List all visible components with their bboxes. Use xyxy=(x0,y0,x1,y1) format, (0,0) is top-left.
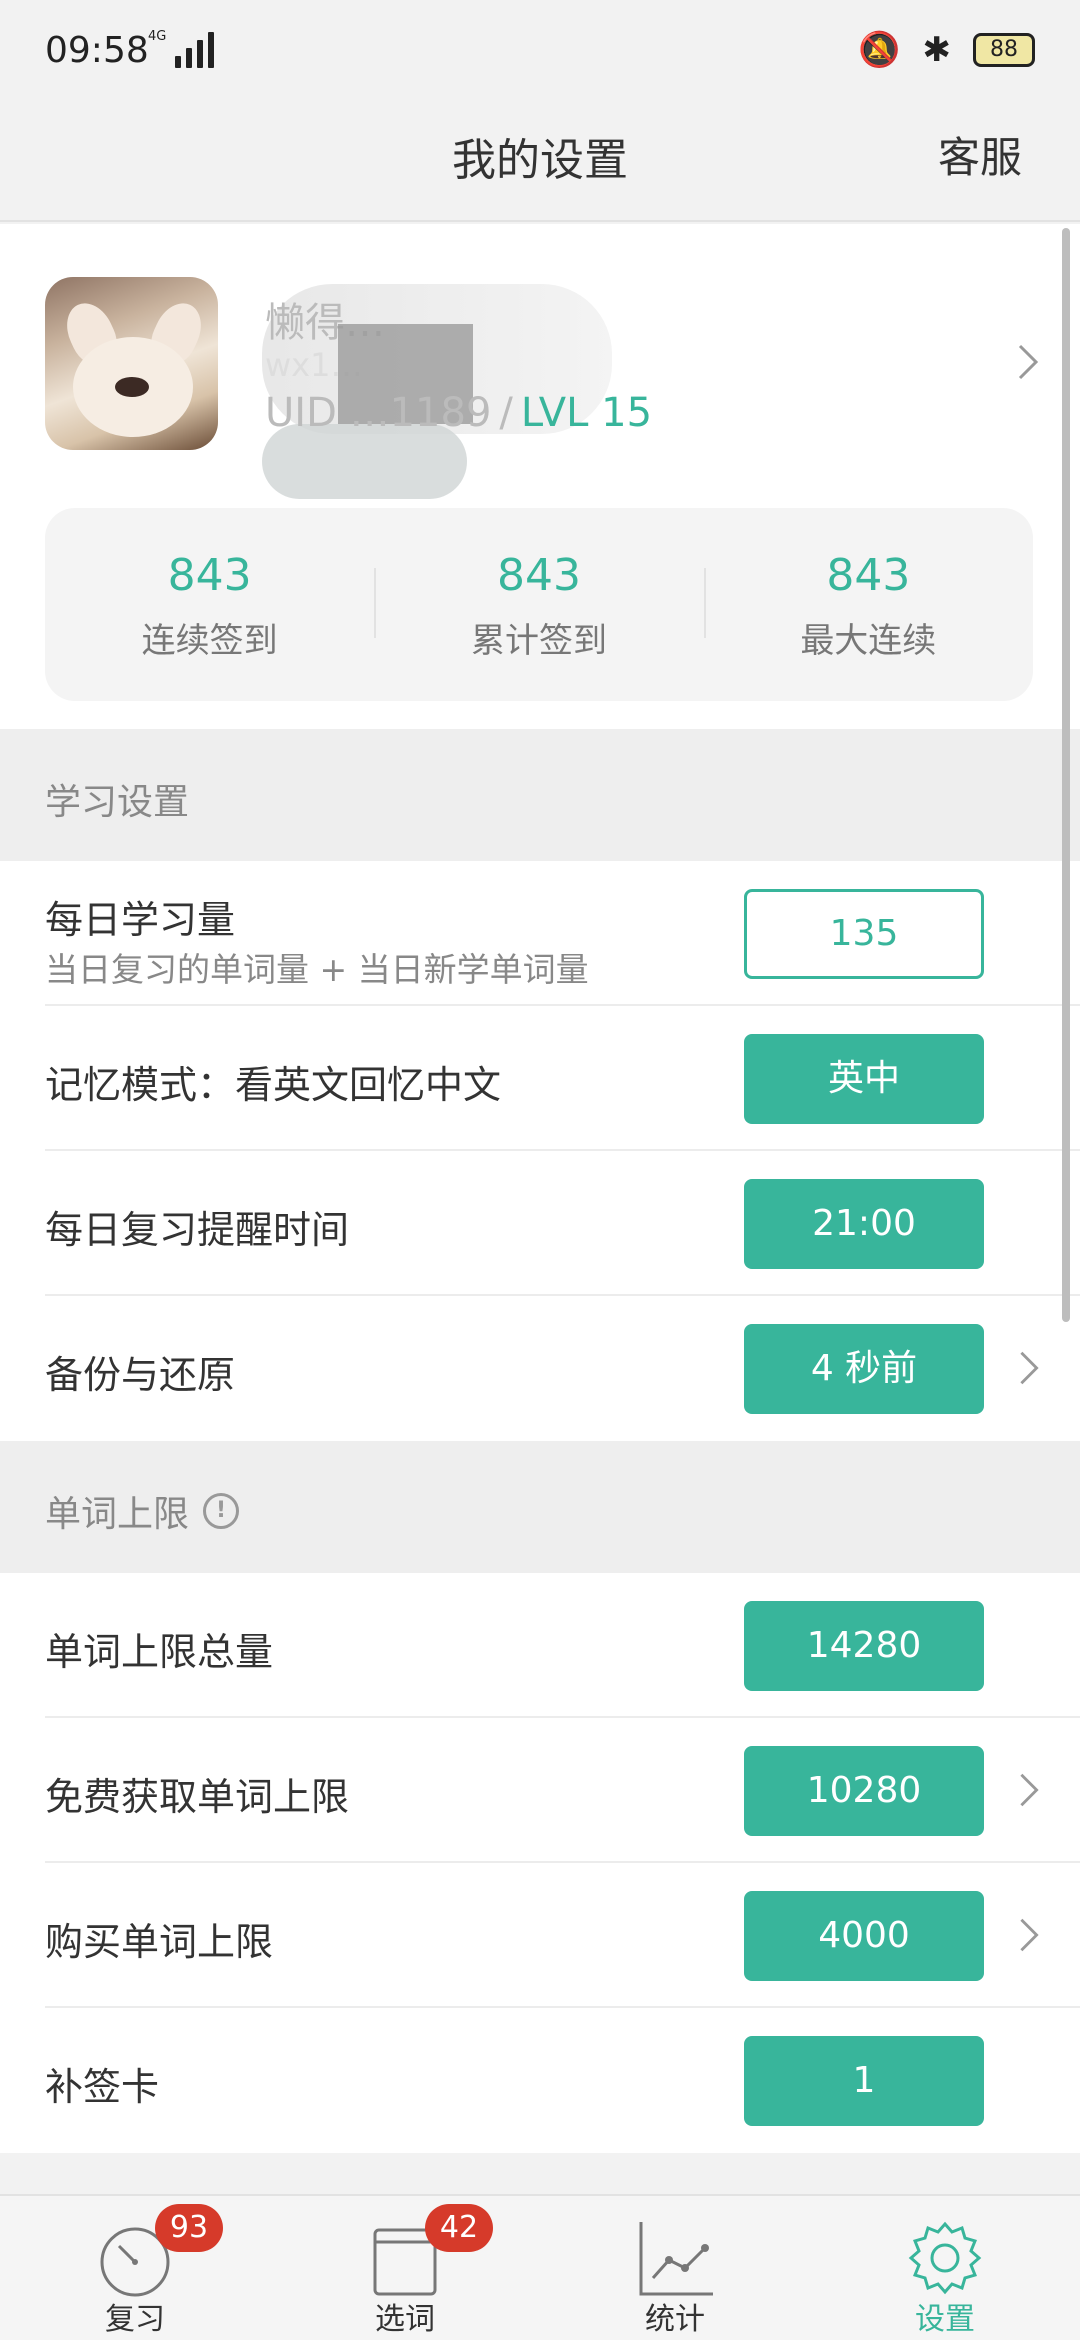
chevron-right-icon[interactable] xyxy=(1010,1916,1048,1954)
level: LVL 15 xyxy=(520,390,653,436)
nav-stats[interactable]: 统计 xyxy=(540,2196,810,2340)
select-words-badge: 42 xyxy=(425,2204,493,2252)
row-label: 每日学习量 xyxy=(45,898,236,942)
limit-total-row: 单词上限总量 14280 xyxy=(0,1573,1080,1718)
mute-icon: 🔕 xyxy=(858,30,901,70)
signal-icon: 4G xyxy=(148,29,215,68)
uid-level: UID …1189 / LVL 15 xyxy=(265,390,653,436)
row-label: 每日复习提醒时间 xyxy=(45,1208,350,1252)
avatar[interactable] xyxy=(45,277,218,450)
stat-max: 843 最大连续 xyxy=(703,508,1033,701)
section-word-limit: 单词上限 ! xyxy=(0,1441,1080,1573)
nav-select-words[interactable]: 42 选词 xyxy=(270,2196,540,2340)
top-bar: 我的设置 客服 xyxy=(0,100,1080,222)
daily-amount-input[interactable]: 135 xyxy=(744,889,984,979)
stat-consecutive: 843 连续签到 xyxy=(141,550,278,661)
nav-review[interactable]: 93 复习 xyxy=(0,2196,270,2340)
row-label: 免费获取单词上限 xyxy=(45,1775,350,1819)
memory-mode-row: 记忆模式：看英文回忆中文 英中 xyxy=(0,1006,1080,1151)
page-title: 我的设置 xyxy=(452,135,628,186)
row-sublabel: 当日复习的单词量 + 当日新学单词量 xyxy=(45,950,589,989)
line-chart-icon xyxy=(639,2222,713,2296)
gear-icon xyxy=(908,2221,982,2295)
chevron-right-icon[interactable] xyxy=(1010,1771,1048,1809)
section-title: 学习设置 xyxy=(45,782,190,823)
daily-amount-row: 每日学习量 当日复习的单词量 + 当日新学单词量 135 xyxy=(0,861,1080,1006)
nav-label: 设置 xyxy=(915,2302,975,2337)
nav-label: 复习 xyxy=(105,2302,165,2337)
backup-row[interactable]: 备份与还原 4 秒前 xyxy=(0,1296,1080,1441)
bottom-nav: 93 复习 42 选词 统计 设置 xyxy=(0,2194,1080,2340)
review-badge: 93 xyxy=(155,2204,223,2252)
section-study-settings: 学习设置 xyxy=(0,729,1080,861)
row-label: 补签卡 xyxy=(45,2065,160,2109)
purchase-limit-row[interactable]: 购买单词上限 4000 xyxy=(0,1863,1080,2008)
backup-button[interactable]: 4 秒前 xyxy=(744,1324,984,1414)
profile-card[interactable]: 懒得… wx1… UID …1189 / LVL 15 843 连续签到 843… xyxy=(0,224,1080,729)
row-label: 备份与还原 xyxy=(45,1353,236,1397)
free-limit-row[interactable]: 免费获取单词上限 10280 xyxy=(0,1718,1080,1863)
stat-total: 843 累计签到 xyxy=(374,508,703,701)
nav-label: 统计 xyxy=(645,2302,705,2337)
section-title: 单词上限 xyxy=(45,1494,190,1535)
uid: UID …1189 xyxy=(265,390,492,436)
makeup-card-button[interactable]: 1 xyxy=(744,2036,984,2126)
purchase-limit-button[interactable]: 4000 xyxy=(744,1891,984,1981)
customer-service-link[interactable]: 客服 xyxy=(938,124,1022,185)
nav-settings[interactable]: 设置 xyxy=(810,2196,1080,2340)
info-icon[interactable]: ! xyxy=(203,1493,240,1529)
bluetooth-icon: ✱ xyxy=(922,30,952,70)
makeup-card-row: 补签卡 1 xyxy=(0,2008,1080,2153)
reminder-time-row: 每日复习提醒时间 21:00 xyxy=(0,1151,1080,1296)
battery-icon: 88 xyxy=(973,33,1035,67)
row-label: 记忆模式：看英文回忆中文 xyxy=(45,1063,502,1107)
row-label: 购买单词上限 xyxy=(45,1920,274,1964)
limit-total-button[interactable]: 14280 xyxy=(744,1601,984,1691)
free-limit-button[interactable]: 10280 xyxy=(744,1746,984,1836)
nav-label: 选词 xyxy=(375,2302,435,2337)
status-bar: 09:58 4G 🔕 ✱ 88 xyxy=(0,0,1080,100)
network-type: 4G xyxy=(148,29,167,44)
status-time: 09:58 xyxy=(45,30,149,71)
row-label: 单词上限总量 xyxy=(45,1630,274,1674)
chevron-right-icon[interactable] xyxy=(1010,1349,1048,1387)
scrollbar[interactable] xyxy=(1062,228,1070,1322)
reminder-time-button[interactable]: 21:00 xyxy=(744,1179,984,1269)
checkin-stats: 843 连续签到 843 累计签到 843 最大连续 xyxy=(45,508,1033,701)
chevron-right-icon[interactable] xyxy=(1008,342,1048,382)
memory-mode-button[interactable]: 英中 xyxy=(744,1034,984,1124)
